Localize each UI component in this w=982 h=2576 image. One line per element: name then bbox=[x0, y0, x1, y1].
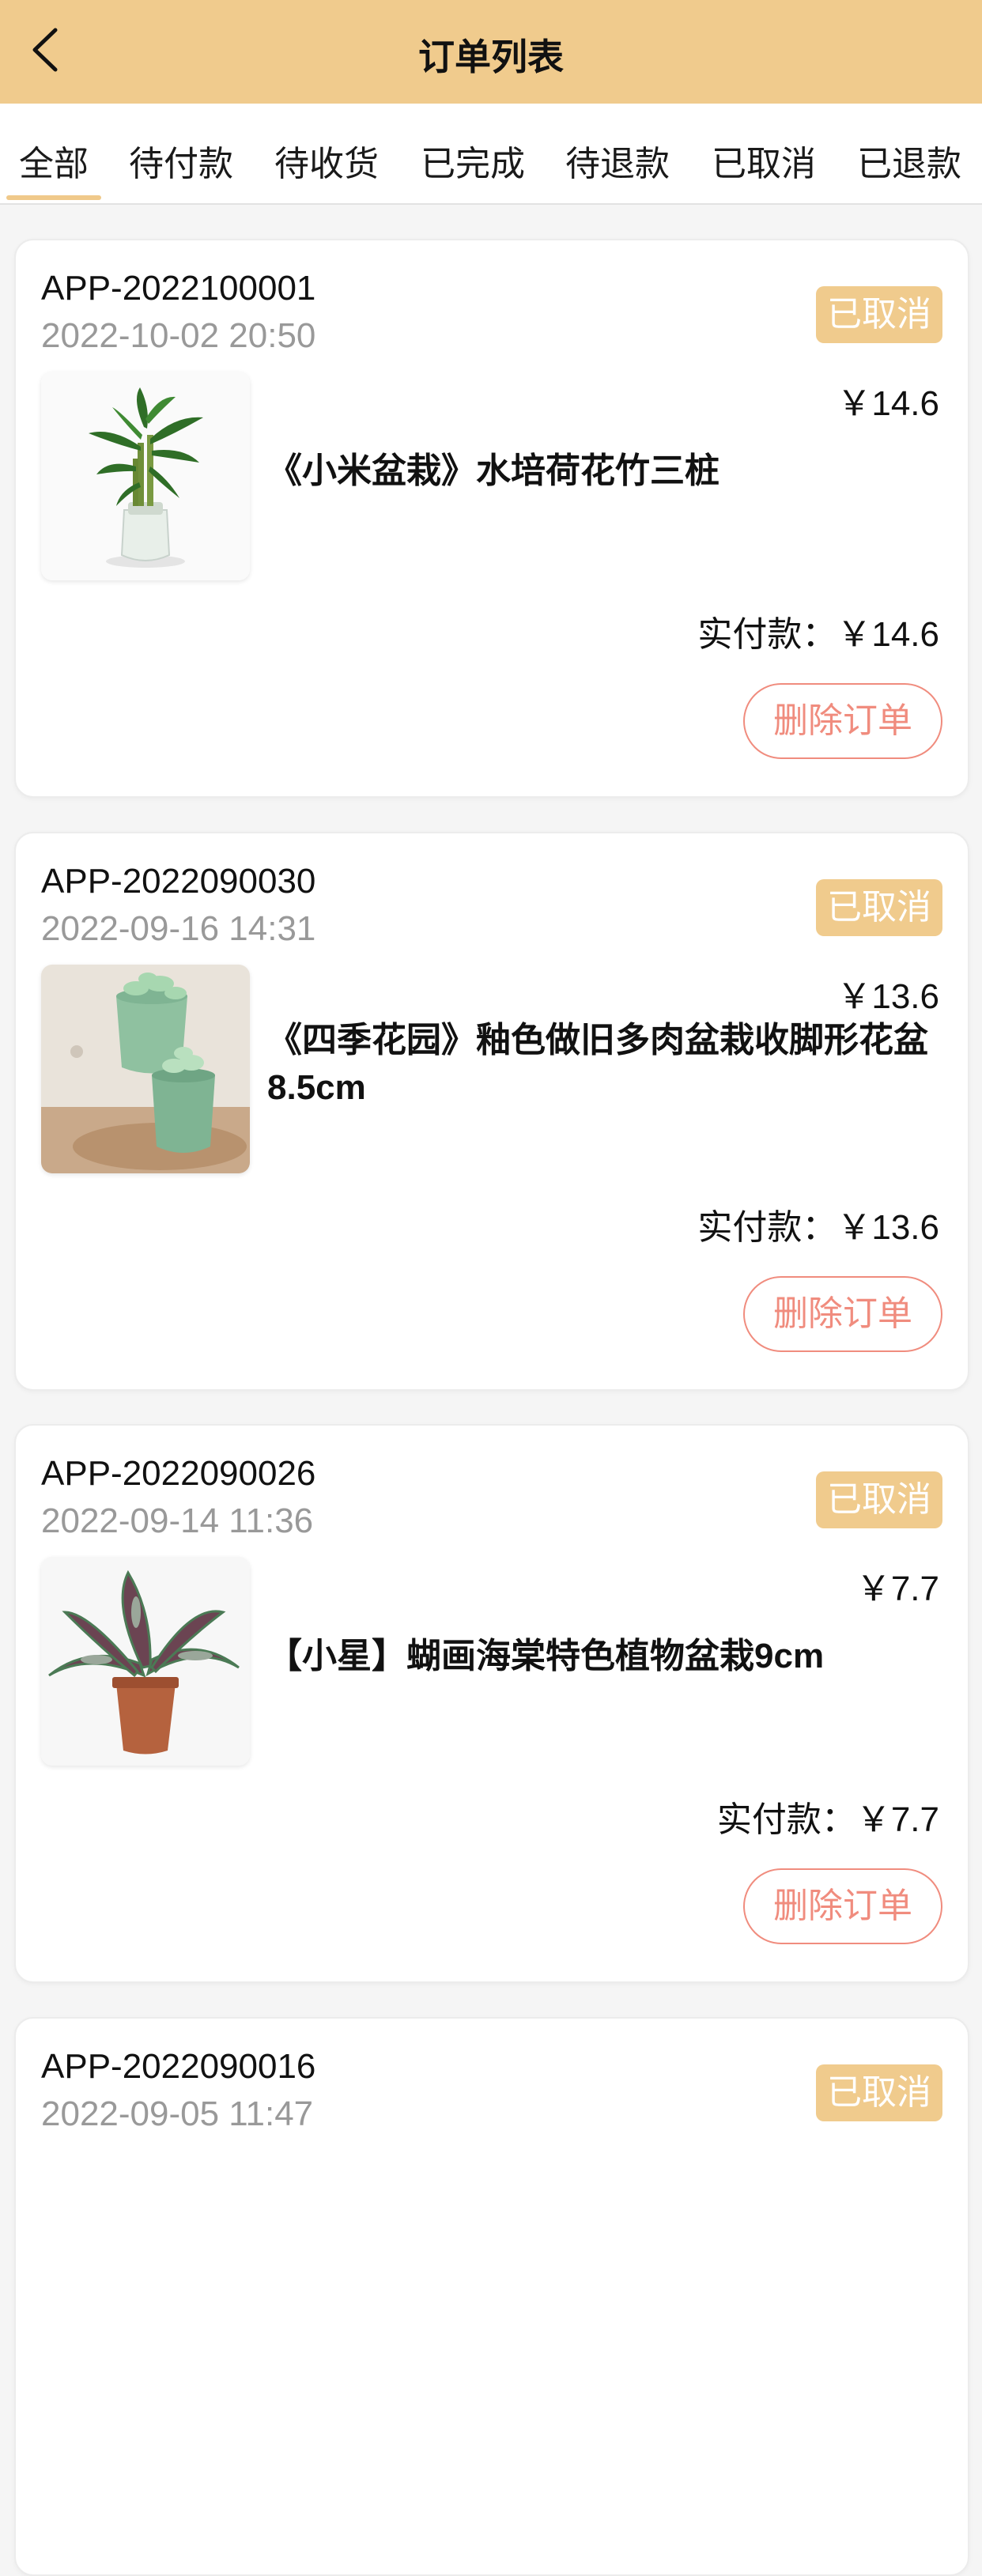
product-name[interactable]: 《小米盆栽》水培荷花竹三桩 bbox=[267, 448, 963, 495]
product-image[interactable] bbox=[41, 372, 250, 580]
tab-refunded[interactable]: 已退款 bbox=[857, 135, 961, 186]
active-tab-indicator bbox=[6, 195, 101, 200]
unit-price: ￥7.7 bbox=[855, 1569, 939, 1608]
product-name[interactable]: 《四季花园》釉色做旧多肉盆栽收脚形花盆8.5cm bbox=[267, 1017, 963, 1112]
order-time: 2022-09-16 14:31 bbox=[41, 909, 316, 948]
unit-price: ￥14.6 bbox=[837, 384, 939, 423]
delete-order-button[interactable]: 删除订单 bbox=[743, 1276, 942, 1352]
product-image[interactable] bbox=[41, 965, 250, 1173]
status-badge: 已取消 bbox=[816, 2064, 942, 2121]
status-tabs: 全部 待付款 待收货 已完成 待退款 已取消 已退款 bbox=[0, 104, 982, 205]
tab-all[interactable]: 全部 bbox=[19, 135, 89, 186]
order-time: 2022-10-02 20:50 bbox=[41, 316, 316, 355]
order-number: APP-2022090030 bbox=[41, 862, 316, 901]
navbar: 订单列表 bbox=[0, 0, 982, 104]
status-badge: 已取消 bbox=[816, 879, 942, 936]
order-time: 2022-09-14 11:36 bbox=[41, 1501, 314, 1540]
succulent-pot-image bbox=[41, 965, 250, 1173]
order-time: 2022-09-05 11:47 bbox=[41, 2094, 314, 2133]
product-image[interactable] bbox=[41, 1557, 250, 1766]
order-number: APP-2022100001 bbox=[41, 269, 316, 308]
amount-paid: 实付款：￥7.7 bbox=[716, 1800, 939, 1839]
delete-order-button[interactable]: 删除订单 bbox=[743, 683, 942, 759]
begonia-plant-image bbox=[41, 1557, 250, 1766]
delete-order-button[interactable]: 删除订单 bbox=[743, 1868, 942, 1944]
order-number: APP-2022090016 bbox=[41, 2047, 316, 2086]
tab-pending-payment[interactable]: 待付款 bbox=[129, 135, 233, 186]
amount-paid: 实付款：￥14.6 bbox=[697, 615, 939, 654]
bamboo-plant-image bbox=[41, 372, 250, 580]
tab-cancelled[interactable]: 已取消 bbox=[712, 135, 816, 186]
order-card[interactable]: APP-2022100001 2022-10-02 20:50 已取消 ￥14.… bbox=[14, 239, 969, 798]
order-number: APP-2022090026 bbox=[41, 1454, 316, 1493]
order-card[interactable]: APP-2022090026 2022-09-14 11:36 已取消 ￥7.7… bbox=[14, 1424, 969, 1983]
order-card[interactable]: APP-2022090016 2022-09-05 11:47 已取消 bbox=[14, 2017, 969, 2576]
product-name[interactable]: 【小星】蝴画海棠特色植物盆栽9cm bbox=[267, 1633, 963, 1680]
tab-pending-receipt[interactable]: 待收货 bbox=[274, 135, 379, 186]
tab-completed[interactable]: 已完成 bbox=[421, 135, 525, 186]
status-badge: 已取消 bbox=[816, 286, 942, 343]
status-badge: 已取消 bbox=[816, 1471, 942, 1528]
unit-price: ￥13.6 bbox=[837, 977, 939, 1016]
tab-pending-refund[interactable]: 待退款 bbox=[565, 135, 670, 186]
order-card[interactable]: APP-2022090030 2022-09-16 14:31 已取消 ￥13.… bbox=[14, 832, 969, 1391]
page-title: 订单列表 bbox=[418, 36, 564, 77]
amount-paid: 实付款：￥13.6 bbox=[697, 1208, 939, 1247]
